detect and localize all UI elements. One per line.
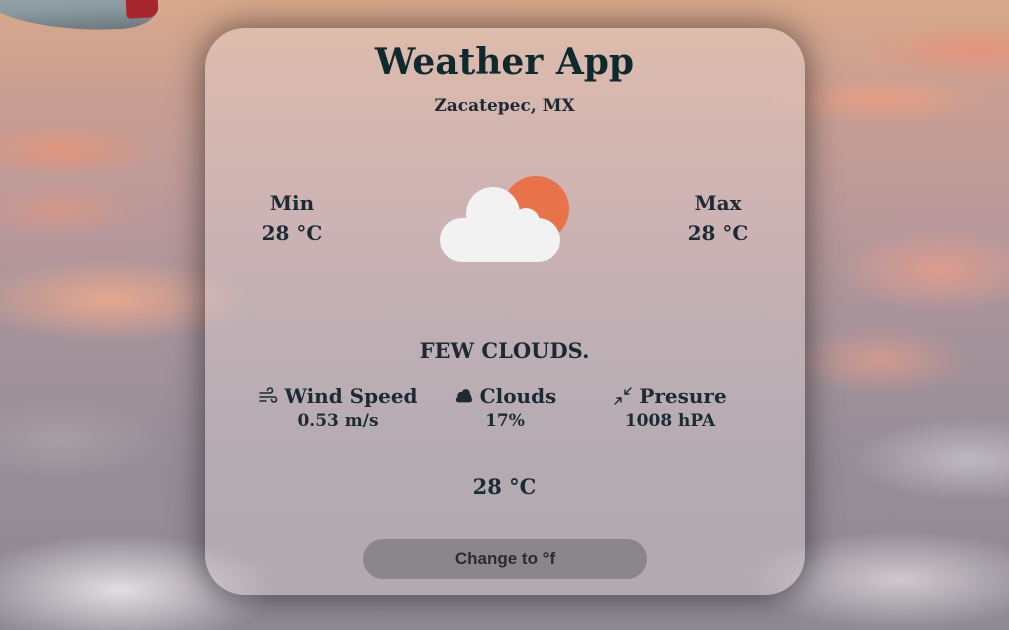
weather-description: FEW CLOUDS. (419, 338, 590, 363)
wind-speed-stat: Wind Speed 0.53 m/s (258, 384, 418, 432)
compress-arrows-icon (614, 387, 633, 405)
clouds-value: 17% (485, 411, 525, 431)
current-temperature: 28 °C (472, 474, 537, 499)
clouds-label: Clouds (479, 384, 557, 408)
clouds-stat: Clouds 17% (425, 384, 585, 432)
change-units-button[interactable]: Change to °f (363, 539, 647, 579)
pressure-label: Presure (639, 384, 727, 408)
max-label: Max (694, 191, 742, 215)
pressure-stat: Presure 1008 hPA (590, 384, 750, 432)
pressure-value: 1008 hPA (624, 411, 716, 431)
min-value: 28 °C (261, 221, 323, 245)
max-temperature: Max 28 °C (658, 191, 778, 245)
min-temperature: Min 28 °C (232, 191, 352, 245)
wind-speed-value: 0.53 m/s (297, 411, 379, 431)
few-clouds-day-icon (440, 176, 569, 262)
max-value: 28 °C (687, 221, 749, 245)
airplane-wing-tip-image (125, 0, 159, 19)
app-title: Weather App (374, 41, 635, 83)
location-label: Zacatepec, MX (434, 96, 575, 116)
cloud-icon (455, 389, 472, 403)
wind-speed-label: Wind Speed (284, 384, 418, 408)
min-label: Min (269, 191, 315, 215)
wind-icon (259, 387, 278, 403)
